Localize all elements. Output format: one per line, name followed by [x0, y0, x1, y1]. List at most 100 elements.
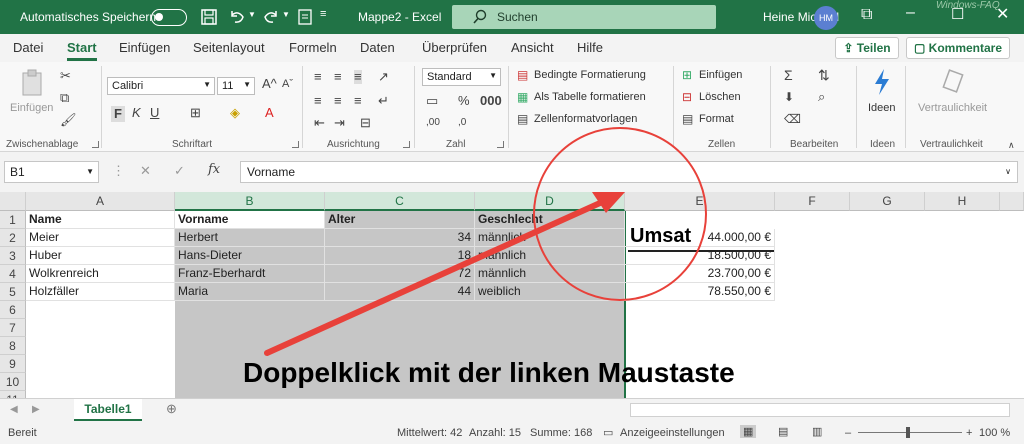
- column-header-b[interactable]: B: [175, 192, 325, 211]
- table-cell[interactable]: Maria: [175, 283, 325, 301]
- italic-button[interactable]: K: [132, 106, 141, 120]
- number-format-select[interactable]: Standard ▼: [422, 68, 501, 86]
- bold-button[interactable]: F: [111, 106, 125, 122]
- column-header-e[interactable]: E: [625, 192, 775, 211]
- align-right-icon[interactable]: ≡: [354, 94, 362, 108]
- underline-button[interactable]: U: [150, 106, 159, 120]
- tab-formeln[interactable]: Formeln: [289, 40, 337, 55]
- close-icon[interactable]: ✕: [996, 4, 1014, 23]
- table-cell[interactable]: 72: [325, 265, 475, 283]
- table-cell[interactable]: 18: [325, 247, 475, 265]
- sort-filter-icon[interactable]: ⇅: [818, 68, 830, 82]
- autosave-toggle[interactable]: [151, 9, 187, 26]
- row-header[interactable]: 6: [0, 301, 26, 319]
- tab-ansicht[interactable]: Ansicht: [511, 40, 554, 55]
- save-icon[interactable]: [200, 8, 218, 26]
- table-header-cell[interactable]: Geschlecht: [475, 211, 625, 229]
- expand-formula-icon[interactable]: ∨: [1005, 167, 1011, 176]
- table-header-cell[interactable]: Alter: [325, 211, 475, 229]
- merge-cells-icon[interactable]: ⊟: [360, 116, 371, 130]
- table-cell[interactable]: männlich: [475, 265, 625, 283]
- tab-start[interactable]: Start: [67, 40, 97, 61]
- number-launcher-icon[interactable]: [497, 141, 504, 148]
- table-header-cell[interactable]: Name: [26, 211, 175, 229]
- tab-einfuegen[interactable]: Einfügen: [119, 40, 170, 55]
- wrap-text-icon[interactable]: ↵: [378, 94, 389, 108]
- paste-icon[interactable]: [20, 68, 46, 98]
- share-button[interactable]: ⇪ Teilen: [835, 37, 899, 59]
- select-all-corner[interactable]: [0, 192, 26, 211]
- search-box[interactable]: Suchen: [452, 5, 716, 29]
- ideas-icon[interactable]: [871, 68, 893, 96]
- table-cell[interactable]: Franz-Eberhardt: [175, 265, 325, 283]
- tab-daten[interactable]: Daten: [360, 40, 395, 55]
- formula-input[interactable]: Vorname ∨: [240, 161, 1018, 183]
- form-icon[interactable]: [296, 8, 314, 26]
- table-cell[interactable]: Hans-Dieter: [175, 247, 325, 265]
- decrease-indent-icon[interactable]: ⇤: [314, 116, 325, 130]
- zoom-slider[interactable]: [858, 432, 962, 433]
- collapse-ribbon-icon[interactable]: ∧: [1008, 138, 1015, 152]
- cut-icon[interactable]: ✂: [60, 69, 71, 83]
- tab-hilfe[interactable]: Hilfe: [577, 40, 603, 55]
- sensitivity-icon[interactable]: [940, 68, 966, 94]
- align-center-icon[interactable]: ≡: [334, 94, 342, 108]
- row-header[interactable]: 2: [0, 229, 26, 247]
- zoom-out-icon[interactable]: –: [845, 427, 851, 439]
- normal-view-icon[interactable]: ▦: [740, 425, 757, 438]
- orientation-icon[interactable]: ↗: [378, 70, 389, 84]
- ribbon-display-icon[interactable]: ⧉: [861, 6, 879, 24]
- tab-datei[interactable]: Datei: [13, 40, 43, 55]
- increase-indent-icon[interactable]: ⇥: [334, 116, 345, 130]
- page-layout-icon[interactable]: ▤: [778, 425, 788, 438]
- comments-button[interactable]: ▢ Kommentare: [906, 37, 1010, 59]
- table-cell[interactable]: Wolkrenreich: [26, 265, 175, 283]
- row-header[interactable]: 7: [0, 319, 26, 337]
- scroll-right-icon[interactable]: ▶: [32, 403, 40, 417]
- format-painter-icon[interactable]: 🖌: [60, 113, 77, 127]
- row-header[interactable]: 3: [0, 247, 26, 265]
- align-bottom-icon[interactable]: ≡: [354, 70, 362, 84]
- table-cell[interactable]: Meier: [26, 229, 175, 247]
- increase-decimal-icon[interactable]: ,00: [426, 116, 440, 130]
- table-cell[interactable]: 34: [325, 229, 475, 247]
- table-cell[interactable]: männlich: [475, 247, 625, 265]
- enter-icon[interactable]: ✓: [174, 164, 185, 178]
- thousands-separator-icon[interactable]: 000: [480, 94, 502, 108]
- column-header-next[interactable]: [1000, 192, 1024, 211]
- column-header-h[interactable]: H: [925, 192, 1000, 211]
- tab-seitenlayout[interactable]: Seitenlayout: [193, 40, 265, 55]
- align-middle-icon[interactable]: ≡: [334, 70, 342, 84]
- horizontal-scrollbar[interactable]: [630, 403, 1010, 417]
- paste-label[interactable]: Einfügen: [10, 102, 53, 114]
- row-header[interactable]: 1: [0, 211, 26, 229]
- delete-cells-button[interactable]: Löschen: [699, 91, 741, 103]
- minimize-icon[interactable]: –: [906, 4, 924, 22]
- scroll-left-icon[interactable]: ◀: [10, 403, 18, 417]
- shrink-font-icon[interactable]: Aˇ: [282, 77, 293, 91]
- copy-icon[interactable]: ⧉: [60, 91, 69, 105]
- column-header-a[interactable]: A: [26, 192, 175, 211]
- decrease-decimal-icon[interactable]: ,0: [458, 116, 466, 130]
- table-cell[interactable]: männlich: [475, 229, 625, 247]
- maximize-icon[interactable]: ☐: [951, 5, 969, 23]
- column-header-f[interactable]: F: [775, 192, 850, 211]
- find-select-icon[interactable]: ⌕: [818, 90, 825, 104]
- font-size-select[interactable]: 11 ▼: [217, 77, 255, 95]
- redo-icon[interactable]: [262, 8, 280, 26]
- column-header-g[interactable]: G: [850, 192, 925, 211]
- fill-color-icon[interactable]: ◈: [230, 106, 240, 120]
- align-top-icon[interactable]: ≡: [314, 70, 322, 84]
- format-cells-button[interactable]: Format: [699, 113, 734, 125]
- borders-icon[interactable]: ⊞: [190, 106, 201, 120]
- table-cell[interactable]: 78.550,00 €: [625, 283, 775, 301]
- sheet-tab-tabelle1[interactable]: Tabelle1: [74, 399, 142, 421]
- format-as-table-button[interactable]: Als Tabelle formatieren: [534, 91, 646, 103]
- zoom-level[interactable]: 100 %: [979, 427, 1010, 439]
- name-box[interactable]: B1 ▼: [4, 161, 99, 183]
- table-cell[interactable]: 23.700,00 €: [625, 265, 775, 283]
- insert-cells-button[interactable]: Einfügen: [699, 69, 742, 81]
- percent-icon[interactable]: %: [458, 94, 470, 108]
- table-header-cell[interactable]: Vorname: [175, 211, 325, 229]
- row-header[interactable]: 9: [0, 355, 26, 373]
